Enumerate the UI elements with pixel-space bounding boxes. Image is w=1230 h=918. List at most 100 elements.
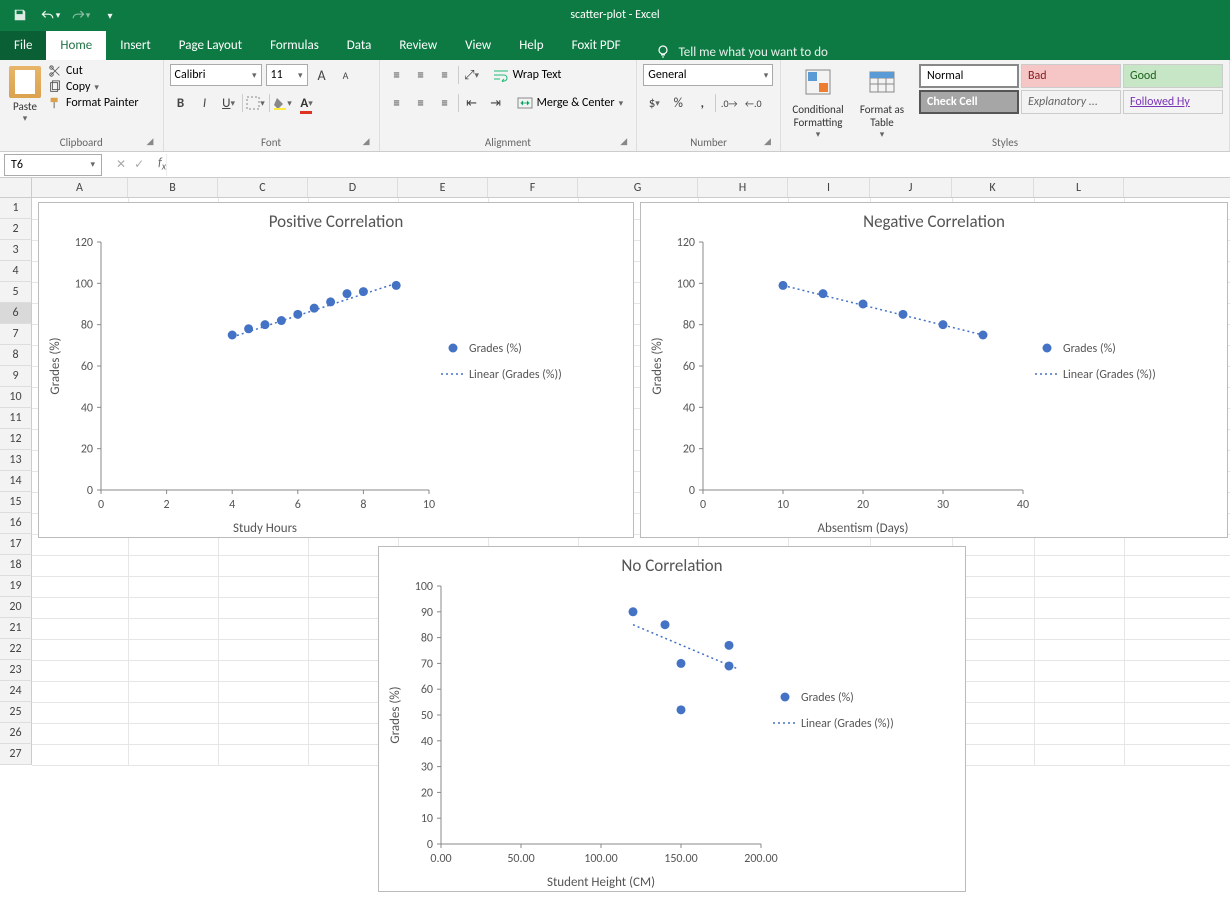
bold-button[interactable]: B <box>170 92 192 114</box>
column-header[interactable]: K <box>952 178 1034 197</box>
row-header[interactable]: 20 <box>0 597 32 618</box>
row-header[interactable]: 11 <box>0 408 32 429</box>
align-right-icon[interactable]: ≡ <box>434 92 456 114</box>
tab-data[interactable]: Data <box>333 31 386 60</box>
style-good[interactable]: Good <box>1123 64 1223 88</box>
align-top-icon[interactable]: ≡ <box>386 64 408 86</box>
row-header[interactable]: 10 <box>0 387 32 408</box>
cut-button[interactable]: Cut <box>48 64 139 78</box>
style-bad[interactable]: Bad <box>1021 64 1121 88</box>
orientation-icon[interactable]: ⤢▾ <box>461 64 483 86</box>
row-header[interactable]: 15 <box>0 492 32 513</box>
row-header[interactable]: 22 <box>0 639 32 660</box>
row-header[interactable]: 6 <box>0 303 32 324</box>
row-header[interactable]: 27 <box>0 744 32 765</box>
row-header[interactable]: 18 <box>0 555 32 576</box>
borders-button[interactable]: ▾ <box>245 92 267 114</box>
style-normal[interactable]: Normal <box>919 64 1019 88</box>
column-header[interactable]: H <box>698 178 788 197</box>
fill-color-button[interactable]: ▾ <box>272 92 294 114</box>
paste-button[interactable]: Paste ▾ <box>6 64 44 124</box>
row-header[interactable]: 23 <box>0 660 32 681</box>
column-header[interactable]: E <box>398 178 488 197</box>
tab-home[interactable]: Home <box>46 31 106 60</box>
percent-format-icon[interactable]: % <box>667 92 689 114</box>
font-name-combo[interactable]: Calibri▾ <box>170 64 262 86</box>
format-painter-button[interactable]: Format Painter <box>48 96 139 110</box>
align-bottom-icon[interactable]: ≡ <box>434 64 456 86</box>
row-header[interactable]: 12 <box>0 429 32 450</box>
style-followed-hyperlink[interactable]: Followed Hy <box>1123 90 1223 114</box>
row-header[interactable]: 16 <box>0 513 32 534</box>
tab-insert[interactable]: Insert <box>106 31 165 60</box>
undo-icon[interactable]: ▾ <box>36 3 64 27</box>
increase-decimal-icon[interactable]: .0→ <box>718 92 740 114</box>
select-all-corner[interactable] <box>0 178 32 197</box>
tab-foxit[interactable]: Foxit PDF <box>558 31 635 60</box>
tab-file[interactable]: File <box>0 31 46 60</box>
redo-icon[interactable]: ▾ <box>66 3 94 27</box>
qat-customize-icon[interactable]: ▾ <box>96 3 124 27</box>
font-launcher-icon[interactable]: ◢ <box>363 136 375 148</box>
row-header[interactable]: 3 <box>0 240 32 261</box>
row-header[interactable]: 5 <box>0 282 32 303</box>
column-header[interactable]: L <box>1034 178 1124 197</box>
row-header[interactable]: 17 <box>0 534 32 555</box>
tab-help[interactable]: Help <box>505 31 557 60</box>
clipboard-launcher-icon[interactable]: ◢ <box>147 136 159 148</box>
column-header[interactable]: A <box>32 178 128 197</box>
row-header[interactable]: 26 <box>0 723 32 744</box>
decrease-indent-icon[interactable]: ⇤ <box>461 92 483 114</box>
column-header[interactable]: B <box>128 178 218 197</box>
wrap-text-button[interactable]: Wrap Text <box>493 68 562 82</box>
row-header[interactable]: 19 <box>0 576 32 597</box>
increase-indent-icon[interactable]: ⇥ <box>485 92 507 114</box>
italic-button[interactable]: I <box>194 92 216 114</box>
alignment-launcher-icon[interactable]: ◢ <box>620 136 632 148</box>
align-middle-icon[interactable]: ≡ <box>410 64 432 86</box>
decrease-font-icon[interactable]: A <box>336 65 356 85</box>
tab-formulas[interactable]: Formulas <box>256 31 333 60</box>
row-header[interactable]: 7 <box>0 324 32 345</box>
underline-button[interactable]: U▾ <box>218 92 240 114</box>
row-header[interactable]: 4 <box>0 261 32 282</box>
fx-icon[interactable]: fx <box>158 156 166 172</box>
cancel-formula-icon[interactable]: ✕ <box>116 157 126 172</box>
save-icon[interactable] <box>6 3 34 27</box>
style-explanatory[interactable]: Explanatory ... <box>1021 90 1121 114</box>
row-header[interactable]: 8 <box>0 345 32 366</box>
number-format-combo[interactable]: General▾ <box>643 64 773 86</box>
name-box[interactable]: T6▾ <box>4 154 102 176</box>
column-header[interactable]: J <box>870 178 952 197</box>
worksheet-grid[interactable]: ABCDEFGHIJKL 123456789101112131415161718… <box>0 178 1230 918</box>
merge-center-button[interactable]: Merge & Center ▾ <box>517 96 624 110</box>
increase-font-icon[interactable]: A <box>312 65 332 85</box>
column-header[interactable]: G <box>578 178 698 197</box>
chart-positive-correlation[interactable]: Positive Correlation 0204060801001200246… <box>38 202 634 538</box>
column-header[interactable]: F <box>488 178 578 197</box>
row-header[interactable]: 21 <box>0 618 32 639</box>
font-size-combo[interactable]: 11▾ <box>266 64 308 86</box>
enter-formula-icon[interactable]: ✓ <box>134 157 144 172</box>
column-header[interactable]: I <box>788 178 870 197</box>
style-check-cell[interactable]: Check Cell <box>919 90 1019 114</box>
copy-button[interactable]: Copy ▾ <box>48 80 139 94</box>
align-center-icon[interactable]: ≡ <box>410 92 432 114</box>
row-header[interactable]: 13 <box>0 450 32 471</box>
align-left-icon[interactable]: ≡ <box>386 92 408 114</box>
row-header[interactable]: 1 <box>0 198 32 219</box>
decrease-decimal-icon[interactable]: ←.0 <box>742 92 764 114</box>
formula-input[interactable] <box>166 154 1230 176</box>
row-header[interactable]: 2 <box>0 219 32 240</box>
accounting-format-icon[interactable]: $▾ <box>643 92 665 114</box>
row-header[interactable]: 9 <box>0 366 32 387</box>
tab-review[interactable]: Review <box>385 31 451 60</box>
row-header[interactable]: 24 <box>0 681 32 702</box>
tell-me-search[interactable]: Tell me what you want to do <box>655 44 828 60</box>
chart-no-correlation[interactable]: No Correlation 01020304050607080901000.0… <box>378 546 966 892</box>
row-header[interactable]: 14 <box>0 471 32 492</box>
column-header[interactable]: D <box>308 178 398 197</box>
tab-page-layout[interactable]: Page Layout <box>165 31 256 60</box>
chart-negative-correlation[interactable]: Negative Correlation 0204060801001200102… <box>640 202 1228 538</box>
number-launcher-icon[interactable]: ◢ <box>764 136 776 148</box>
